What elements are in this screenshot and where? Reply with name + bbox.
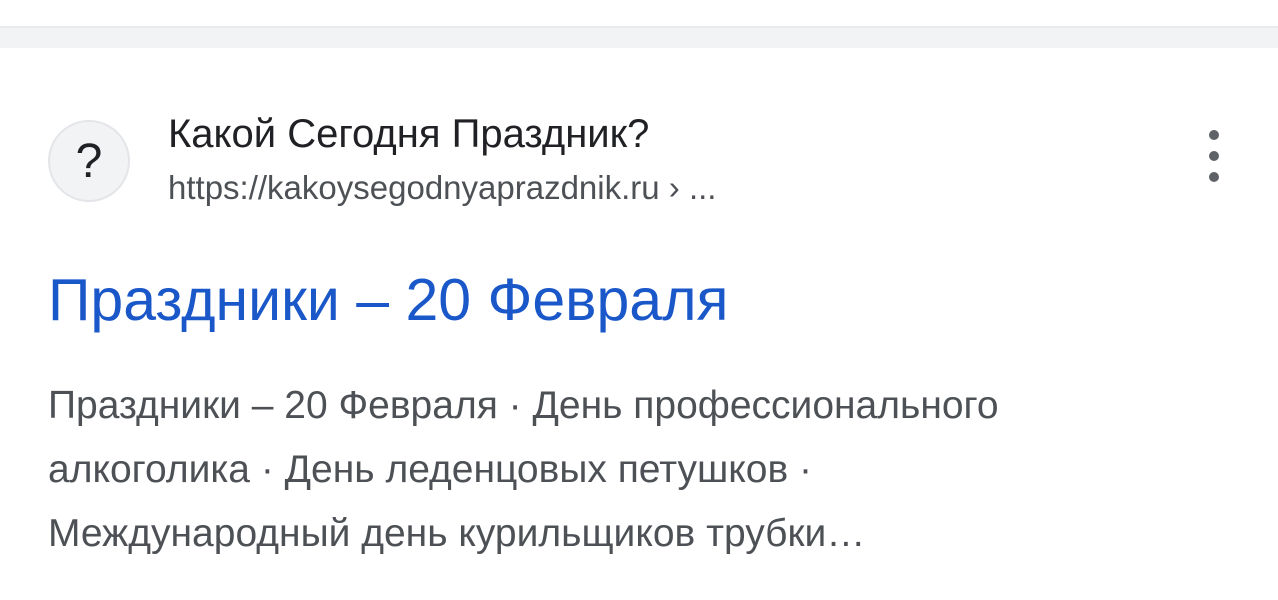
question-mark-icon: ? xyxy=(75,135,103,188)
menu-dot xyxy=(1209,130,1219,140)
site-name[interactable]: Какой Сегодня Праздник? xyxy=(168,110,649,158)
snippet-line: алкоголика · День леденцовых петушков · xyxy=(48,448,813,491)
snippet-line: Праздники – 20 Февраля · День профессион… xyxy=(48,384,999,427)
result-title-link[interactable]: Праздники – 20 Февраля xyxy=(48,264,729,336)
search-results-page: ? Какой Сегодня Праздник? https://kakoys… xyxy=(0,0,1278,600)
more-options-icon[interactable] xyxy=(1194,130,1234,182)
site-favicon[interactable]: ? xyxy=(48,120,130,202)
url-text: https://kakoysegodnyaprazdnik.ru xyxy=(168,169,660,206)
result-snippet: Праздники – 20 Февраля · День профессион… xyxy=(48,374,1238,566)
snippet-line: Международный день курильщиков трубки… xyxy=(48,512,866,555)
search-result-card: ? Какой Сегодня Праздник? https://kakoys… xyxy=(0,48,1278,600)
site-url[interactable]: https://kakoysegodnyaprazdnik.ru › ... xyxy=(168,168,716,208)
url-breadcrumb: › ... xyxy=(659,169,717,206)
menu-dot xyxy=(1209,172,1219,182)
menu-dot xyxy=(1209,151,1219,161)
section-divider xyxy=(0,26,1278,48)
